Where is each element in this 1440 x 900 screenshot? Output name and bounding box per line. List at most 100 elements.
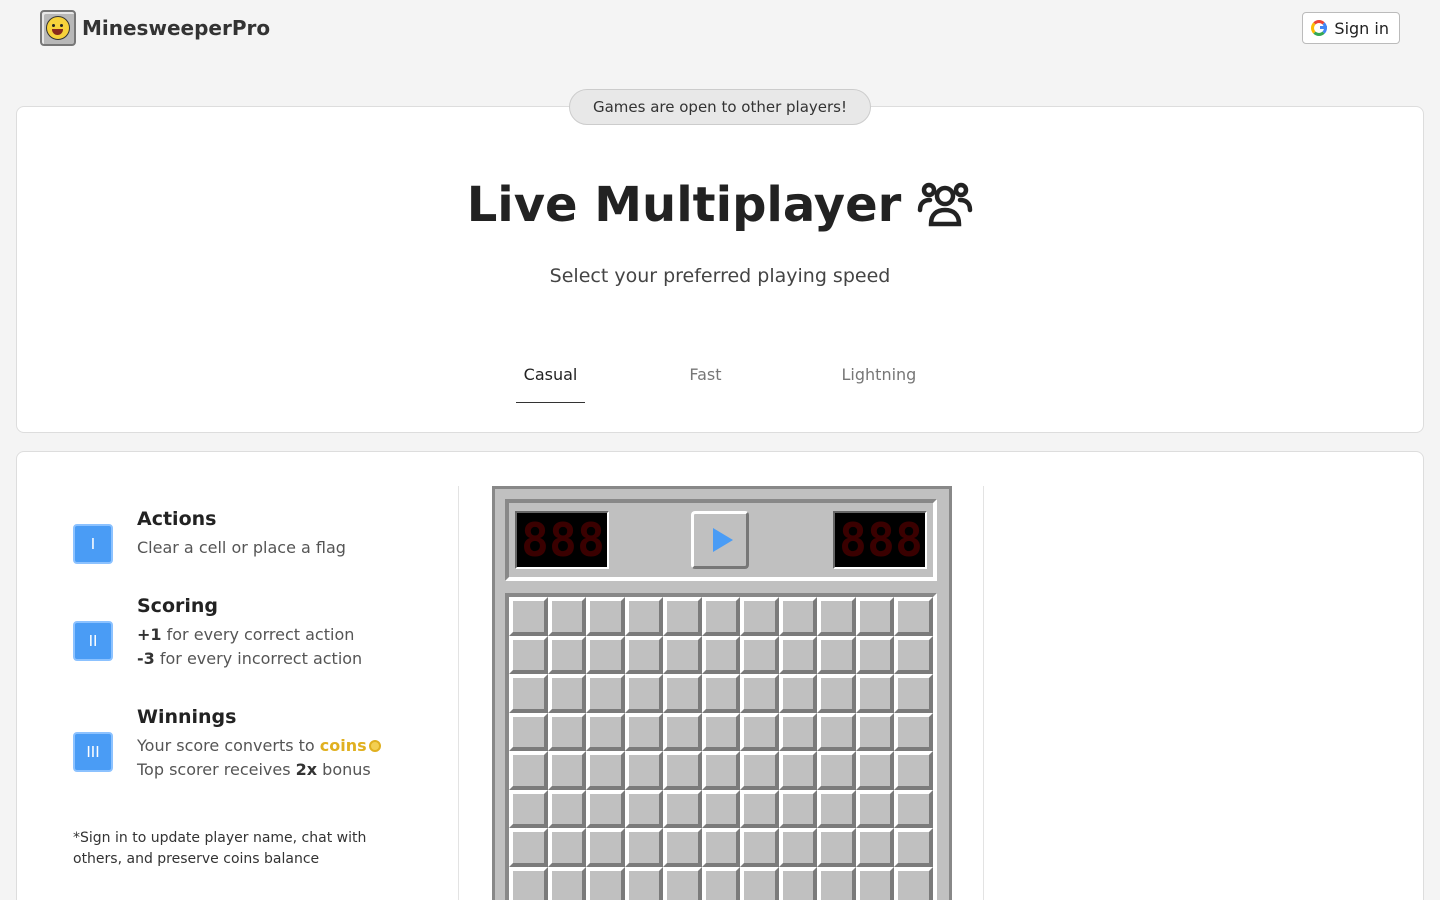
- mine-cell[interactable]: [586, 635, 625, 674]
- mine-cell[interactable]: [547, 789, 586, 828]
- mine-cell[interactable]: [547, 635, 586, 674]
- mine-cell[interactable]: [701, 597, 740, 636]
- mine-cell[interactable]: [894, 597, 933, 636]
- mine-cell[interactable]: [817, 635, 856, 674]
- mine-cell[interactable]: [509, 789, 548, 828]
- mine-cell[interactable]: [509, 635, 548, 674]
- mine-cell[interactable]: [547, 712, 586, 751]
- mine-cell[interactable]: [855, 866, 894, 900]
- mine-cell[interactable]: [894, 828, 933, 867]
- mine-cell[interactable]: [701, 789, 740, 828]
- mine-cell[interactable]: [740, 866, 779, 900]
- mine-cell[interactable]: [624, 789, 663, 828]
- mine-cell[interactable]: [509, 751, 548, 790]
- tab-lightning[interactable]: Lightning: [834, 365, 925, 403]
- mine-cell[interactable]: [586, 674, 625, 713]
- mine-cell[interactable]: [509, 866, 548, 900]
- mine-cell[interactable]: [586, 712, 625, 751]
- mine-cell[interactable]: [778, 635, 817, 674]
- sign-in-note: *Sign in to update player name, chat wit…: [73, 830, 367, 867]
- mine-cell[interactable]: [509, 597, 548, 636]
- mine-cell[interactable]: [586, 866, 625, 900]
- mine-cell[interactable]: [663, 712, 702, 751]
- mine-cell[interactable]: [855, 789, 894, 828]
- user-group-icon: [918, 182, 973, 227]
- mine-cell[interactable]: [586, 789, 625, 828]
- mine-cell[interactable]: [509, 712, 548, 751]
- mine-cell[interactable]: [894, 789, 933, 828]
- mine-cell[interactable]: [663, 828, 702, 867]
- tab-casual[interactable]: Casual: [515, 365, 586, 403]
- mine-cell[interactable]: [509, 674, 548, 713]
- mine-cell[interactable]: [778, 789, 817, 828]
- sign-in-button[interactable]: Sign in: [1302, 12, 1400, 44]
- mine-cell[interactable]: [740, 635, 779, 674]
- mine-cell[interactable]: [547, 828, 586, 867]
- tab-fast[interactable]: Fast: [681, 365, 729, 403]
- mine-cell[interactable]: [740, 674, 779, 713]
- mine-cell[interactable]: [855, 674, 894, 713]
- mine-cell[interactable]: [855, 635, 894, 674]
- mine-cell[interactable]: [624, 597, 663, 636]
- mine-cell[interactable]: [701, 712, 740, 751]
- mine-cell[interactable]: [817, 789, 856, 828]
- board-header: 8 8 8 8 8 8: [505, 499, 937, 581]
- logo-text: MinesweeperPro: [82, 16, 271, 40]
- mine-cell[interactable]: [778, 866, 817, 900]
- mine-cell[interactable]: [586, 828, 625, 867]
- mine-cell[interactable]: [740, 597, 779, 636]
- mine-cell[interactable]: [663, 789, 702, 828]
- mine-cell[interactable]: [778, 828, 817, 867]
- mine-cell[interactable]: [778, 712, 817, 751]
- sign-in-label: Sign in: [1334, 18, 1389, 38]
- mine-cell[interactable]: [778, 674, 817, 713]
- mine-cell[interactable]: [817, 828, 856, 867]
- mine-cell[interactable]: [740, 751, 779, 790]
- mine-cell[interactable]: [701, 635, 740, 674]
- mine-cell[interactable]: [586, 597, 625, 636]
- mine-cell[interactable]: [894, 712, 933, 751]
- mine-cell[interactable]: [740, 789, 779, 828]
- mine-cell[interactable]: [778, 751, 817, 790]
- mine-cell[interactable]: [894, 635, 933, 674]
- mine-cell[interactable]: [701, 828, 740, 867]
- mine-cell[interactable]: [624, 674, 663, 713]
- mine-cell[interactable]: [624, 866, 663, 900]
- mine-cell[interactable]: [624, 635, 663, 674]
- mine-cell[interactable]: [701, 751, 740, 790]
- mine-cell[interactable]: [817, 751, 856, 790]
- mine-cell[interactable]: [894, 751, 933, 790]
- mine-cell[interactable]: [547, 674, 586, 713]
- mine-cell[interactable]: [663, 751, 702, 790]
- mine-cell[interactable]: [509, 828, 548, 867]
- play-button[interactable]: [691, 511, 749, 569]
- mine-cell[interactable]: [547, 597, 586, 636]
- site-logo[interactable]: MinesweeperPro: [40, 10, 270, 46]
- mine-cell[interactable]: [547, 751, 586, 790]
- mine-cell[interactable]: [894, 674, 933, 713]
- mine-cell[interactable]: [740, 828, 779, 867]
- mine-cell[interactable]: [624, 828, 663, 867]
- mine-cell[interactable]: [663, 635, 702, 674]
- mine-cell[interactable]: [817, 674, 856, 713]
- mine-cell[interactable]: [855, 597, 894, 636]
- mine-cell[interactable]: [701, 866, 740, 900]
- mine-cell[interactable]: [817, 866, 856, 900]
- mine-cell[interactable]: [663, 674, 702, 713]
- mine-cell[interactable]: [778, 597, 817, 636]
- mine-cell[interactable]: [894, 866, 933, 900]
- mine-cell[interactable]: [547, 866, 586, 900]
- mine-cell[interactable]: [740, 712, 779, 751]
- rule-line: +1 for every correct action: [137, 625, 355, 644]
- mine-cell[interactable]: [624, 712, 663, 751]
- mine-cell[interactable]: [663, 866, 702, 900]
- mine-cell[interactable]: [586, 751, 625, 790]
- mine-cell[interactable]: [817, 597, 856, 636]
- mine-cell[interactable]: [701, 674, 740, 713]
- mine-cell[interactable]: [855, 828, 894, 867]
- mine-cell[interactable]: [817, 712, 856, 751]
- mine-cell[interactable]: [663, 597, 702, 636]
- mine-cell[interactable]: [624, 751, 663, 790]
- mine-cell[interactable]: [855, 751, 894, 790]
- mine-cell[interactable]: [855, 712, 894, 751]
